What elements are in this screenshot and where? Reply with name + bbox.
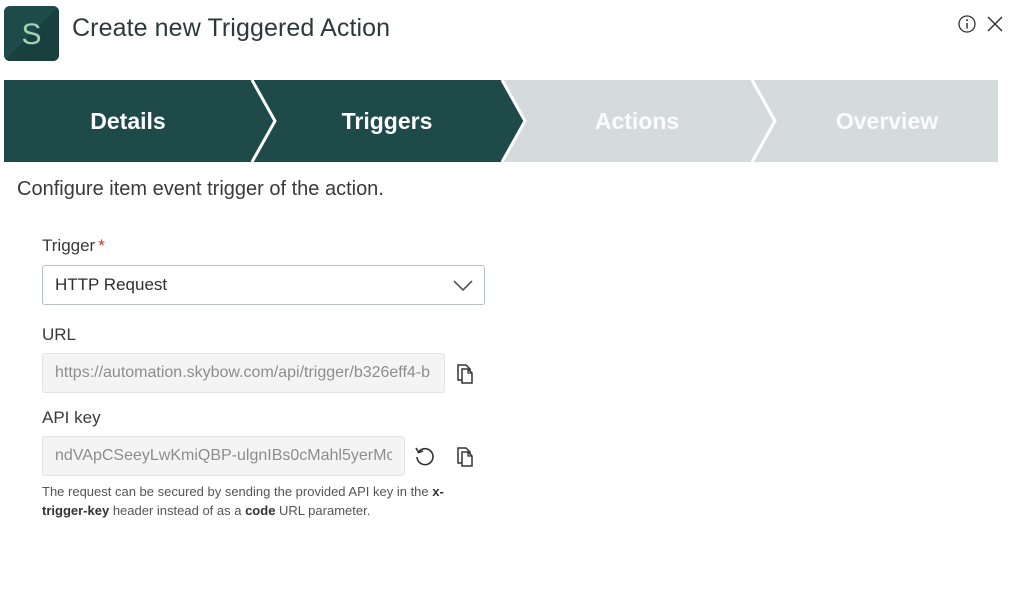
url-field-wrapper — [42, 353, 445, 393]
url-field[interactable] — [43, 354, 444, 392]
close-icon[interactable] — [985, 14, 1005, 34]
refresh-icon[interactable] — [413, 444, 437, 468]
parameter-name-code: code — [245, 503, 276, 518]
help-text-part: header instead of as a — [109, 503, 246, 518]
trigger-label-row: Trigger * — [42, 236, 105, 256]
dialog-title: Create new Triggered Action — [72, 14, 391, 42]
app-logo-graphic: S — [4, 6, 59, 61]
chevron-down-icon — [453, 280, 473, 292]
help-text-part: The request can be secured by sending th… — [42, 484, 433, 499]
api-key-label: API key — [42, 408, 101, 427]
trigger-select[interactable]: HTTP Request — [42, 265, 485, 305]
copy-api-key-icon[interactable] — [453, 444, 477, 468]
form-subtitle: Configure item event trigger of the acti… — [17, 178, 384, 200]
logo-letter: S — [21, 18, 41, 51]
step-triggers[interactable]: Triggers — [262, 80, 512, 162]
step-overview[interactable]: Overview — [762, 80, 1012, 162]
url-label: URL — [42, 325, 77, 344]
required-marker: * — [98, 236, 105, 255]
info-icon[interactable] — [957, 14, 977, 34]
trigger-label: Trigger — [42, 236, 96, 255]
copy-url-icon[interactable] — [453, 361, 477, 385]
api-key-field-wrapper — [42, 436, 405, 476]
help-text-part: URL parameter. — [275, 503, 371, 518]
app-logo: S — [4, 6, 59, 61]
trigger-select-value: HTTP Request — [55, 275, 168, 294]
api-key-help-text: The request can be secured by sending th… — [42, 482, 472, 520]
step-details[interactable]: Details — [4, 80, 252, 162]
step-actions[interactable]: Actions — [512, 80, 762, 162]
wizard-stepper: Details Triggers Actions Overview — [4, 80, 998, 162]
api-key-field[interactable] — [43, 437, 404, 475]
